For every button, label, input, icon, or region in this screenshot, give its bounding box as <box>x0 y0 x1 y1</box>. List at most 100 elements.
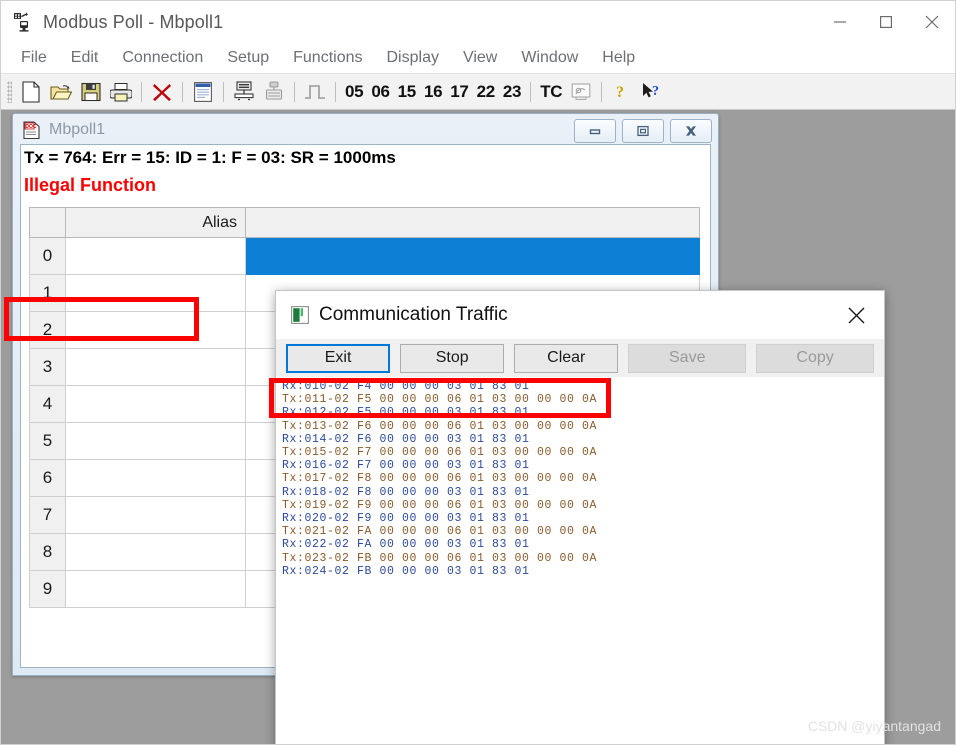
svg-text:?: ? <box>616 84 624 101</box>
title-bar: Modbus Poll - Mbpoll1 <box>1 1 955 43</box>
log-line: Tx:015-02 F7 00 00 00 06 01 03 00 00 00 … <box>282 446 598 460</box>
dialog-button-bar: Exit Stop Clear Save Copy <box>276 339 884 377</box>
toolbar-separator <box>294 81 295 102</box>
menu-item-connection[interactable]: Connection <box>110 43 215 73</box>
main-window: Modbus Poll - Mbpoll1 File Edit Connecti… <box>0 0 956 745</box>
communication-traffic-icon[interactable] <box>566 77 596 107</box>
cell-value-selected[interactable] <box>245 237 700 275</box>
row-index: 1 <box>29 274 66 312</box>
save-icon[interactable] <box>76 77 106 107</box>
function-code-17[interactable]: 17 <box>446 82 472 102</box>
log-line: Tx:023-02 FB 00 00 00 06 01 03 00 00 00 … <box>282 551 598 565</box>
menu-item-window[interactable]: Window <box>509 43 590 73</box>
communication-traffic-dialog: Communication Traffic Exit Stop Clear Sa… <box>275 290 885 744</box>
grid-header-alias[interactable]: Alias <box>65 207 246 238</box>
cell-alias[interactable] <box>65 237 246 275</box>
log-line: Rx:016-02 F7 00 00 00 03 01 83 01 <box>282 459 530 473</box>
row-index: 3 <box>29 348 66 386</box>
modbus-poll-icon <box>13 12 33 32</box>
cell-alias[interactable] <box>65 570 246 608</box>
log-line: Rx:022-02 FA 00 00 00 03 01 83 01 <box>282 538 530 552</box>
menu-item-display[interactable]: Display <box>375 43 451 73</box>
poll-definition-icon[interactable] <box>259 77 289 107</box>
row-index: 4 <box>29 385 66 423</box>
window-controls <box>817 1 955 43</box>
tc-button[interactable]: TC <box>536 82 566 102</box>
menu-item-functions[interactable]: Functions <box>281 43 374 73</box>
traffic-monitor-icon <box>291 306 309 324</box>
function-code-16[interactable]: 16 <box>420 82 446 102</box>
close-icon[interactable] <box>909 1 955 43</box>
mdi-workspace: DOC Mbpoll1 Tx = 764: Err = 15: ID = 1: … <box>1 110 955 744</box>
function-code-23[interactable]: 23 <box>499 82 525 102</box>
window-icon[interactable] <box>188 77 218 107</box>
toolbar: 05 06 15 16 17 22 23 TC ? ? <box>1 74 955 110</box>
open-folder-icon[interactable] <box>46 77 76 107</box>
print-icon[interactable] <box>106 77 136 107</box>
menu-item-edit[interactable]: Edit <box>59 43 111 73</box>
cell-alias[interactable] <box>65 385 246 423</box>
grid-corner-header <box>29 207 66 238</box>
pulse-icon[interactable] <box>300 77 330 107</box>
row-index: 2 <box>29 311 66 349</box>
grid-header-value[interactable] <box>245 207 700 238</box>
function-code-15[interactable]: 15 <box>394 82 420 102</box>
window-title: Modbus Poll - Mbpoll1 <box>43 11 224 32</box>
toolbar-separator <box>141 81 142 102</box>
cell-alias[interactable] <box>65 422 246 460</box>
cell-alias[interactable] <box>65 496 246 534</box>
toolbar-grip[interactable] <box>7 80 12 103</box>
log-line: Rx:010-02 F4 00 00 00 03 01 83 01 <box>282 380 530 393</box>
menu-item-setup[interactable]: Setup <box>215 43 281 73</box>
log-line: Rx:020-02 F9 00 00 00 03 01 83 01 <box>282 512 530 526</box>
context-help-icon[interactable]: ? <box>637 77 667 107</box>
dialog-title-bar: Communication Traffic <box>276 291 884 339</box>
log-line: Rx:012-02 F5 00 00 00 03 01 83 01 <box>282 406 530 420</box>
watermark: CSDN @yiyantangad <box>807 718 941 734</box>
close-icon[interactable] <box>670 119 712 143</box>
row-index: 8 <box>29 533 66 571</box>
log-line: Tx:011-02 F5 00 00 00 06 01 03 00 00 00 … <box>282 393 598 407</box>
mdi-child-controls <box>574 119 712 143</box>
grid-header-row: Alias <box>29 207 700 238</box>
read-write-definition-icon[interactable] <box>229 77 259 107</box>
minimize-icon[interactable] <box>817 1 863 43</box>
menu-bar: File Edit Connection Setup Functions Dis… <box>1 43 955 74</box>
cell-alias[interactable] <box>65 311 246 349</box>
cell-alias[interactable] <box>65 348 246 386</box>
toolbar-separator <box>335 81 336 102</box>
traffic-log[interactable]: Rx:010-02 F4 00 00 00 03 01 83 01 Tx:011… <box>276 377 884 744</box>
poll-status-line: Tx = 764: Err = 15: ID = 1: F = 03: SR =… <box>24 148 396 167</box>
function-code-05[interactable]: 05 <box>341 82 367 102</box>
maximize-icon[interactable] <box>863 1 909 43</box>
toolbar-separator <box>530 81 532 102</box>
menu-item-help[interactable]: Help <box>590 43 647 73</box>
menu-item-file[interactable]: File <box>9 43 59 73</box>
dialog-title: Communication Traffic <box>319 304 508 325</box>
table-row[interactable]: 0 <box>29 237 700 275</box>
new-file-icon[interactable] <box>16 77 46 107</box>
stop-button[interactable]: Stop <box>400 343 505 373</box>
exit-button[interactable]: Exit <box>286 343 391 373</box>
maximize-icon[interactable] <box>622 119 664 143</box>
svg-text:DOC: DOC <box>25 123 37 129</box>
help-icon[interactable]: ? <box>607 77 637 107</box>
cell-alias[interactable] <box>65 459 246 497</box>
log-line: Tx:013-02 F6 00 00 00 06 01 03 00 00 00 … <box>282 419 598 433</box>
clear-button[interactable]: Clear <box>514 343 619 373</box>
menu-item-view[interactable]: View <box>451 43 509 73</box>
log-line: Rx:024-02 FB 00 00 00 03 01 83 01 <box>282 564 530 578</box>
cell-alias[interactable] <box>65 533 246 571</box>
cell-alias[interactable] <box>65 274 246 312</box>
close-icon[interactable] <box>828 291 884 339</box>
function-code-06[interactable]: 06 <box>367 82 393 102</box>
restore-icon[interactable] <box>574 119 616 143</box>
toolbar-separator <box>601 81 603 102</box>
function-code-22[interactable]: 22 <box>473 82 499 102</box>
svg-text:?: ? <box>652 84 659 99</box>
row-index: 0 <box>29 237 66 275</box>
error-status-line: Illegal Function <box>24 175 157 195</box>
log-line: Tx:017-02 F8 00 00 00 06 01 03 00 00 00 … <box>282 472 598 486</box>
mdi-child-title-bar: DOC Mbpoll1 <box>13 114 718 146</box>
delete-icon[interactable] <box>147 77 177 107</box>
